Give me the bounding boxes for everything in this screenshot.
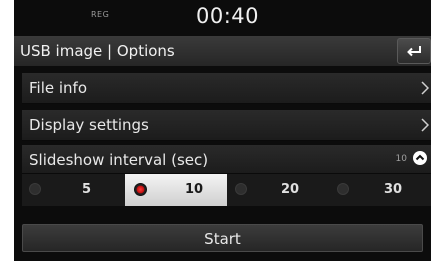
slideshow-interval-label: Slideshow interval (sec) xyxy=(29,151,209,169)
slideshow-interval-row[interactable]: Slideshow interval (sec) 10 xyxy=(22,145,431,174)
status-bar: REG 00:40 xyxy=(14,0,431,34)
interval-option-30[interactable]: 30 xyxy=(330,174,431,206)
radio-selected-icon xyxy=(134,183,147,196)
menu-item-label: File info xyxy=(29,79,88,97)
interval-option-10[interactable]: 10 xyxy=(125,174,227,206)
chevron-right-icon xyxy=(421,118,429,132)
interval-option-label: 20 xyxy=(281,182,300,197)
interval-option-label: 30 xyxy=(384,182,403,197)
interval-options: 5 10 20 30 xyxy=(22,174,431,206)
menu-item-label: Display settings xyxy=(29,116,149,134)
page-title: USB image | Options xyxy=(20,42,175,60)
back-button[interactable] xyxy=(397,38,431,64)
interval-option-5[interactable]: 5 xyxy=(22,174,124,206)
interval-option-label: 10 xyxy=(185,182,204,197)
head-unit-screen: REG 00:40 USB image | Options File info … xyxy=(14,0,431,261)
chevron-right-icon xyxy=(421,81,429,95)
start-button[interactable]: Start xyxy=(22,224,423,252)
radio-icon xyxy=(337,183,349,195)
slideshow-interval-value: 10 xyxy=(395,154,407,164)
radio-icon xyxy=(235,183,247,195)
menu-item-file-info[interactable]: File info xyxy=(22,73,431,104)
clock: 00:40 xyxy=(196,4,260,28)
menu-item-display-settings[interactable]: Display settings xyxy=(22,110,431,141)
interval-option-20[interactable]: 20 xyxy=(228,174,330,206)
radio-icon xyxy=(29,183,41,195)
start-button-label: Start xyxy=(204,230,241,248)
chevron-up-circle-icon[interactable] xyxy=(413,151,427,165)
back-arrow-icon xyxy=(407,46,421,57)
reg-indicator: REG xyxy=(91,10,110,19)
title-bar: USB image | Options xyxy=(14,36,431,66)
interval-option-label: 5 xyxy=(82,182,92,197)
